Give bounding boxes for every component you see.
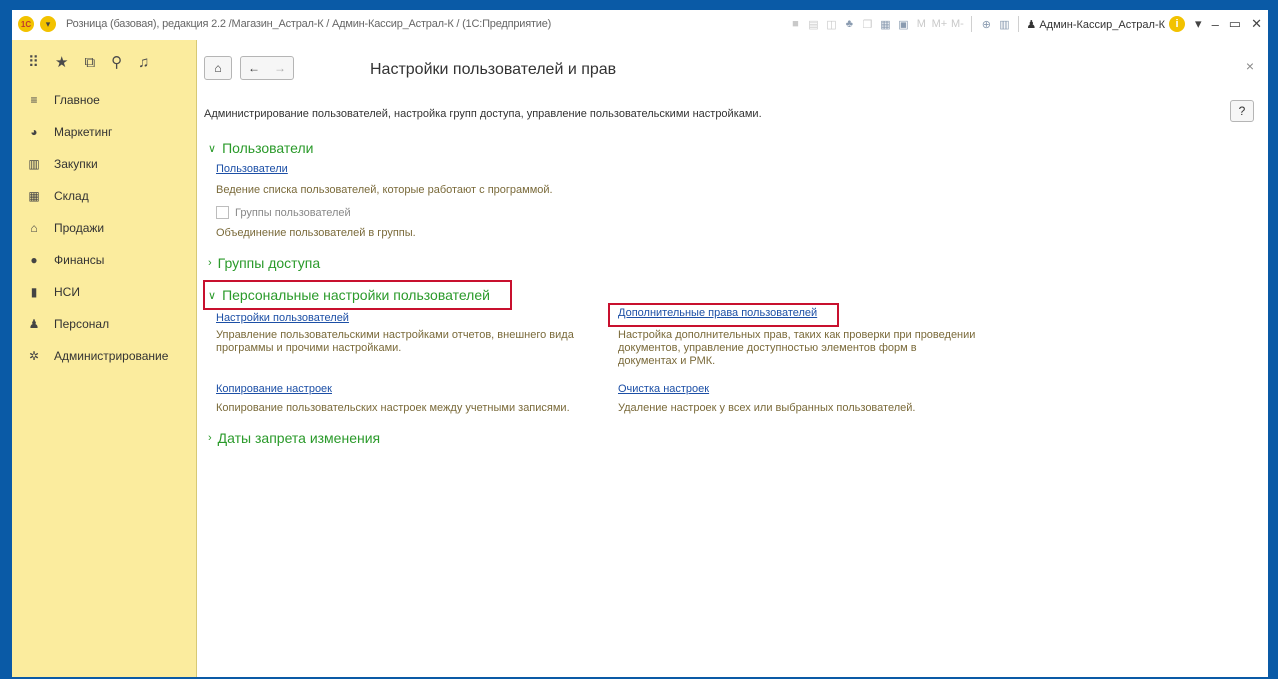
user-name[interactable]: ♟ Админ-Кассир_Астрал-К — [1026, 18, 1165, 31]
sidebar-item-staff[interactable]: ♟ Персонал — [12, 308, 196, 340]
sidebar-item-label: Продажи — [54, 221, 105, 235]
favorites-icon[interactable]: ★ — [55, 53, 68, 71]
separator — [971, 16, 973, 32]
sidebar-toolbar: ⠿ ★ ⧉ ⚲ ♫ — [12, 40, 196, 84]
chevron-down-icon: ∨ — [208, 142, 217, 155]
reference-icon: ▮ — [30, 285, 38, 299]
user-groups-note: Объединение пользователей в группы. — [216, 227, 416, 239]
gear-icon: ✲ — [28, 349, 40, 363]
nav-buttons: ← → — [240, 56, 294, 80]
section-change-lock-dates-title: Даты запрета изменения — [217, 430, 381, 446]
page-title: Настройки пользователей и прав — [370, 61, 617, 78]
sidebar-item-label: Администрирование — [54, 349, 169, 363]
section-personal-settings-title: Персональные настройки пользователей — [222, 287, 490, 303]
extra-rights-note: Настройка дополнительных прав, таких как… — [618, 329, 976, 367]
home-button[interactable]: ⌂ — [204, 56, 232, 80]
menu-lines-icon: ≡ — [30, 93, 38, 107]
calendar-icon[interactable]: ▣ — [896, 17, 910, 31]
users-online-icon[interactable]: ♣ — [842, 17, 856, 31]
help-button[interactable]: ? — [1230, 100, 1254, 122]
back-button[interactable]: ← — [242, 61, 266, 75]
user-groups-checkbox[interactable]: Группы пользователей — [216, 206, 351, 219]
user-name-label: Админ-Кассир_Астрал-К — [1039, 18, 1166, 31]
close-form-icon[interactable]: × — [1246, 58, 1254, 74]
close-window-icon[interactable]: ✕ — [1251, 16, 1262, 32]
purchases-icon: ▥ — [28, 157, 40, 171]
preview-icon[interactable]: ◫ — [824, 17, 838, 31]
save-icon[interactable]: ■ — [788, 17, 802, 31]
window-title: Розница (базовая), редакция 2.2 /Магазин… — [66, 18, 552, 30]
sidebar-item-label: Склад — [54, 189, 89, 203]
users-note: Ведение списка пользователей, которые ра… — [216, 184, 553, 196]
content-panel: ⌂ ← → Настройки пользователей и прав × ?… — [196, 40, 1268, 677]
restore-icon[interactable]: ▭ — [1229, 16, 1241, 32]
person-icon: ♟ — [28, 317, 40, 331]
app-logo: 1С — [18, 16, 34, 32]
clear-settings-link[interactable]: Очистка настроек — [618, 383, 709, 395]
chevron-right-icon: › — [208, 257, 212, 269]
separator — [1018, 16, 1020, 32]
finance-icon: ● — [30, 253, 38, 267]
sidebar-item-label: Персонал — [54, 317, 110, 331]
form-toolbar: ⌂ ← → — [204, 56, 294, 80]
checkbox-box[interactable] — [216, 206, 229, 219]
sidebar: ⠿ ★ ⧉ ⚲ ♫ ≡ Главное ◕ Маркетинг ▥ Закупки ▦… — [12, 40, 197, 677]
clear-settings-note: Удаление настроек у всех или выбранных п… — [618, 402, 916, 414]
zoom-icon[interactable]: ⊕ — [979, 17, 993, 31]
checkbox-label: Группы пользователей — [235, 206, 351, 219]
forward-button[interactable]: → — [268, 61, 292, 75]
sidebar-item-warehouse[interactable]: ▦ Склад — [12, 180, 196, 212]
section-access-groups-title: Группы доступа — [217, 255, 321, 271]
all-functions-icon[interactable]: ⠿ — [28, 53, 39, 71]
calculator-icon[interactable]: ▦ — [878, 17, 892, 31]
sidebar-item-label: Главное — [54, 93, 100, 107]
sidebar-item-label: Закупки — [54, 157, 98, 171]
section-users-title: Пользователи — [222, 140, 314, 156]
sidebar-item-finance[interactable]: ● Финансы — [12, 244, 196, 276]
copy-settings-note: Копирование пользовательских настроек ме… — [216, 402, 570, 414]
title-bar: 1С ▾ Розница (базовая), редакция 2.2 /Ма… — [12, 10, 1268, 40]
basket-icon: ⌂ — [30, 221, 38, 235]
extra-rights-link[interactable]: Дополнительные права пользователей — [618, 307, 817, 319]
sidebar-item-purchases[interactable]: ▥ Закупки — [12, 148, 196, 180]
marketing-icon: ◕ — [30, 125, 38, 139]
chevron-down-icon: ∨ — [208, 289, 217, 302]
panels-icon[interactable]: ▥ — [997, 17, 1011, 31]
sidebar-item-label: Маркетинг — [54, 125, 113, 139]
print-icon[interactable]: ▤ — [806, 17, 820, 31]
notifications-icon[interactable]: ♫ — [138, 54, 149, 71]
home-icon: ⌂ — [214, 61, 222, 75]
user-settings-link[interactable]: Настройки пользователей — [216, 312, 349, 324]
history-icon[interactable]: ⧉ — [84, 54, 95, 71]
sidebar-item-reference[interactable]: ▮ НСИ — [12, 276, 196, 308]
info-icon[interactable]: i — [1169, 16, 1186, 32]
sidebar-item-main[interactable]: ≡ Главное — [12, 84, 196, 116]
memory-minus-button[interactable]: M- — [950, 17, 964, 31]
copy-icon[interactable]: ❐ — [860, 17, 874, 31]
warehouse-icon: ▦ — [28, 189, 40, 203]
users-link[interactable]: Пользователи — [216, 163, 288, 175]
section-personal-settings[interactable]: ∨ Персональные настройки пользователей — [208, 287, 490, 303]
memory-plus-button[interactable]: M+ — [932, 17, 948, 31]
sidebar-item-label: НСИ — [54, 285, 80, 299]
sidebar-item-sales[interactable]: ⌂ Продажи — [12, 212, 196, 244]
sidebar-item-label: Финансы — [54, 253, 105, 267]
section-change-lock-dates[interactable]: › Даты запрета изменения — [208, 430, 380, 446]
chevron-right-icon: › — [208, 432, 212, 444]
main-menu-icon[interactable]: ▾ — [40, 16, 56, 32]
page-description: Администрирование пользователей, настрой… — [204, 108, 762, 120]
window-menu-icon[interactable]: ▾ — [1195, 16, 1202, 32]
user-settings-note: Управление пользовательскими настройками… — [216, 329, 574, 354]
sidebar-item-administration[interactable]: ✲ Администрирование — [12, 340, 196, 372]
section-users[interactable]: ∨ Пользователи — [208, 140, 313, 156]
copy-settings-link[interactable]: Копирование настроек — [216, 383, 332, 395]
sidebar-item-marketing[interactable]: ◕ Маркетинг — [12, 116, 196, 148]
search-icon[interactable]: ⚲ — [111, 53, 122, 71]
section-access-groups[interactable]: › Группы доступа — [208, 255, 320, 271]
memory-m-button[interactable]: M — [914, 17, 928, 31]
minimize-icon[interactable]: – — [1212, 17, 1219, 32]
